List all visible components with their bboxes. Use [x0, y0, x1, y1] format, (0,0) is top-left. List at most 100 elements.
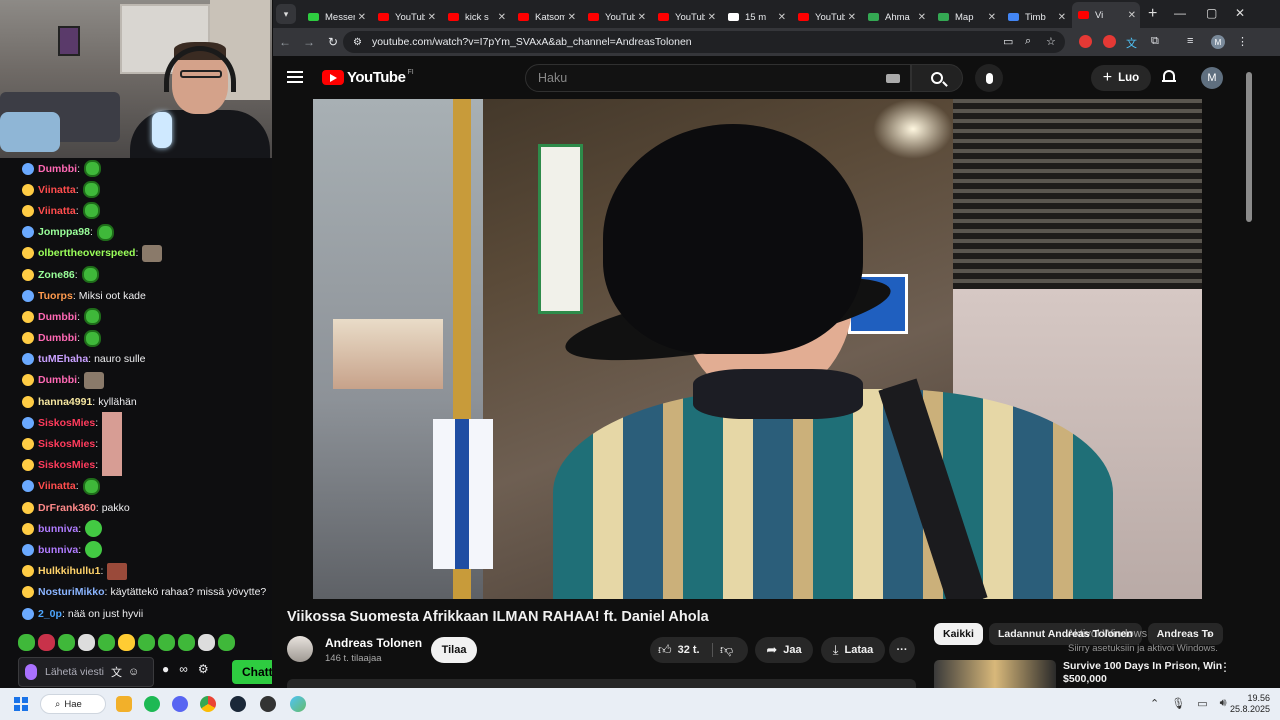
chat-input[interactable]: Lähetä viesti 文 ☺ — [18, 657, 154, 687]
emoji-icon[interactable]: ☺ — [128, 666, 139, 678]
browser-tab[interactable]: YouTube✕ — [582, 6, 650, 28]
chat-username[interactable]: bunniva — [38, 544, 78, 556]
chevron-right-icon[interactable]: › — [1207, 627, 1211, 641]
chat-username[interactable]: SiskosMies — [38, 417, 95, 429]
like-button[interactable]: 👍︎ 32 t. 👎︎ — [650, 637, 748, 663]
tab-close-icon[interactable]: ✕ — [638, 12, 646, 23]
menu-icon[interactable] — [287, 71, 303, 83]
chat-username[interactable]: Viinatta — [38, 184, 76, 196]
chat-username[interactable]: Jomppa98 — [38, 226, 90, 238]
extension-icon[interactable] — [1079, 35, 1092, 48]
chat-username[interactable]: NosturiMikko — [38, 586, 105, 598]
chat-username[interactable]: 2_0p — [38, 608, 62, 620]
browser-tab[interactable]: Timb ✕ — [1002, 6, 1070, 28]
more-actions-button[interactable]: ··· — [889, 637, 915, 663]
reading-list-icon[interactable]: ≡ — [1187, 35, 1193, 47]
chip-all[interactable]: Kaikki — [934, 623, 983, 645]
description-box[interactable] — [287, 679, 916, 688]
minimize-button[interactable]: — — [1174, 6, 1186, 20]
chat-username[interactable]: SiskosMies — [38, 438, 95, 450]
emote-icon[interactable] — [84, 160, 101, 178]
chat-username[interactable]: DrFrank360 — [38, 502, 96, 514]
emote-icon[interactable] — [84, 371, 104, 389]
browser-tab[interactable]: YouTube✕ — [372, 6, 440, 28]
emote-icon[interactable] — [142, 244, 163, 262]
channel-name[interactable]: Andreas Tolonen — [325, 636, 422, 650]
chat-send-button[interactable]: Chatti — [232, 660, 272, 684]
emote-icon[interactable] — [102, 433, 123, 455]
obs-icon[interactable] — [260, 696, 276, 712]
scrollbar-thumb[interactable] — [1246, 72, 1252, 222]
chat-username[interactable]: Dumbbi — [38, 332, 77, 344]
video-player[interactable] — [313, 99, 1202, 599]
tab-close-icon[interactable]: ✕ — [918, 12, 926, 23]
browser-tab[interactable]: Map ✕ — [932, 6, 1000, 28]
chat-username[interactable]: Dumbbi — [38, 374, 77, 386]
account-avatar[interactable]: M — [1201, 67, 1223, 89]
close-window-button[interactable]: ✕ — [1235, 6, 1245, 20]
tab-close-icon[interactable]: ✕ — [988, 12, 996, 23]
browser-tab[interactable]: Ahma ✕ — [862, 6, 930, 28]
chat-username[interactable]: SiskosMies — [38, 459, 95, 471]
chrome-icon[interactable] — [200, 696, 216, 712]
chat-username[interactable]: Viinatta — [38, 205, 76, 217]
search-button[interactable] — [911, 64, 963, 92]
chat-username[interactable]: bunniva — [38, 523, 78, 535]
youtube-logo[interactable]: YouTube FI — [322, 69, 414, 86]
page-scrollbar[interactable] — [1245, 60, 1253, 680]
taskbar-search[interactable]: ⌕ Hae — [40, 694, 106, 714]
channel-avatar[interactable] — [287, 636, 313, 662]
translate-extension-icon[interactable]: 文 — [1126, 35, 1137, 51]
back-button[interactable]: ← — [273, 35, 297, 49]
emote-icon[interactable] — [85, 520, 103, 538]
emote-icon[interactable] — [102, 412, 123, 434]
microphone-icon[interactable]: 🎙︎ — [1171, 697, 1185, 710]
reload-button[interactable]: ↻ — [321, 35, 345, 49]
mic-icon[interactable] — [25, 664, 37, 680]
address-bar[interactable]: ⚙ youtube.com/watch?v=I7pYm_SVAxA&ab_cha… — [343, 31, 1065, 53]
browser-tab[interactable]: YouTube✕ — [792, 6, 860, 28]
taskbar-clock[interactable]: 19.56 25.8.2025 — [1230, 693, 1270, 715]
tab-search-button[interactable]: ▾ — [276, 4, 296, 24]
emote-icon[interactable] — [82, 477, 100, 495]
bookmark-star-icon[interactable]: ☆ — [1046, 35, 1056, 48]
tab-close-icon[interactable]: ✕ — [428, 12, 436, 23]
emote-icon[interactable] — [81, 266, 99, 284]
site-info-icon[interactable]: ⚙ — [353, 37, 362, 48]
app-icon[interactable] — [290, 696, 306, 712]
browser-menu-icon[interactable]: ⋮ — [1237, 35, 1248, 48]
zoom-icon[interactable]: ⌕ — [1025, 35, 1031, 48]
steam-icon[interactable] — [230, 696, 246, 712]
kebab-menu-icon[interactable]: ⋮ — [1219, 660, 1231, 674]
discord-icon[interactable] — [172, 696, 188, 712]
browser-tab[interactable]: Messenger✕ — [302, 6, 370, 28]
chat-username[interactable]: tuMEhaha — [38, 353, 88, 365]
network-icon[interactable]: ▭ — [1197, 697, 1207, 710]
emote-icon[interactable] — [107, 562, 128, 580]
download-button[interactable]: ⤓ Lataa — [821, 637, 885, 663]
spotify-icon[interactable] — [144, 696, 160, 712]
browser-tab[interactable]: YouTube✕ — [652, 6, 720, 28]
chat-username[interactable]: Hulkkihullu1 — [38, 565, 100, 577]
emote-icon[interactable] — [84, 308, 101, 326]
share-button[interactable]: ➦ Jaa — [755, 637, 813, 663]
emote-icon[interactable] — [84, 329, 101, 347]
tab-close-icon[interactable]: ✕ — [1128, 10, 1136, 21]
translate-icon[interactable]: 文 — [111, 664, 122, 680]
voice-search-button[interactable] — [975, 64, 1003, 92]
recommended-video-thumbnail[interactable] — [934, 660, 1056, 688]
browser-profile-avatar[interactable]: M — [1211, 35, 1225, 49]
chip-related[interactable]: Andreas To — [1147, 623, 1223, 645]
cast-icon[interactable]: ▭ — [1003, 35, 1013, 48]
emote-icon[interactable] — [96, 223, 114, 241]
extensions-puzzle-icon[interactable]: ⧉ — [1151, 35, 1159, 48]
browser-tab[interactable]: Katsomo✕ — [512, 6, 580, 28]
create-button[interactable]: + Luo — [1091, 65, 1151, 91]
chat-username[interactable]: Dumbbi — [38, 163, 77, 175]
recommended-video-title[interactable]: Survive 100 Days In Prison, Win $500,000 — [1063, 660, 1223, 686]
tab-close-icon[interactable]: ✕ — [848, 12, 856, 23]
chat-username[interactable]: olberttheoverspeed — [38, 247, 135, 259]
chevron-up-icon[interactable]: ⌃ — [1150, 697, 1159, 710]
subscribe-button[interactable]: Tilaa — [431, 637, 477, 663]
emote-bar[interactable] — [18, 634, 258, 652]
